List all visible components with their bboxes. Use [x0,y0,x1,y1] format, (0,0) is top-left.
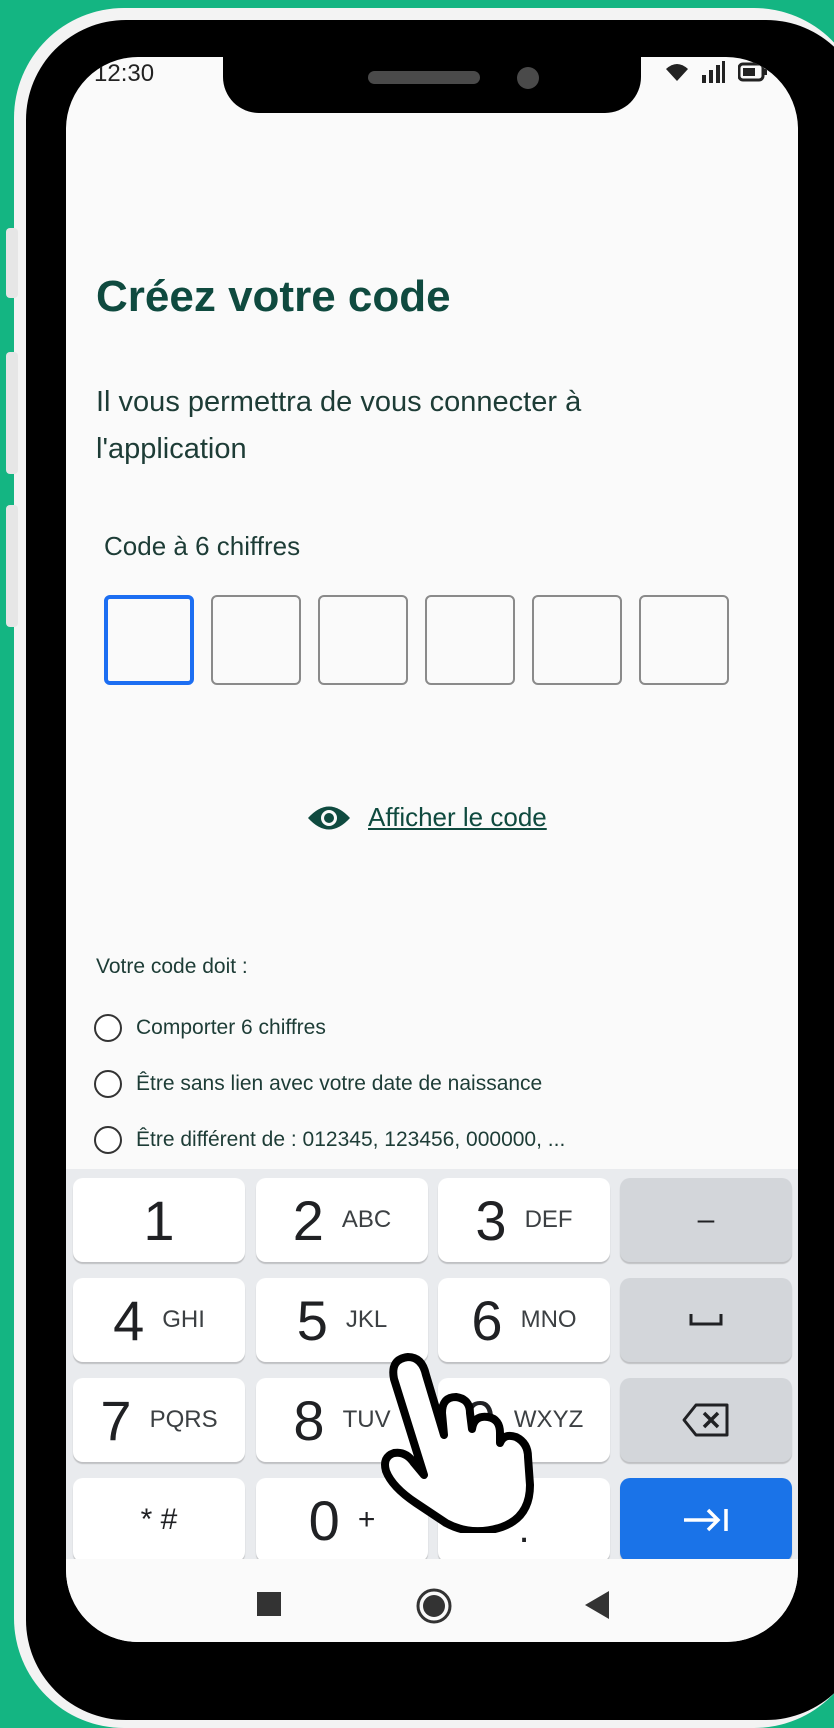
home-icon[interactable] [415,1587,453,1625]
key-letters: + [357,1503,376,1536]
key-letters: DEF [524,1206,573,1233]
key-letters: PQRS [149,1406,218,1433]
tab-next-icon [684,1508,728,1532]
camera [517,67,539,89]
key-digit: 4 [113,1288,145,1352]
key-digit: 2 [292,1188,324,1252]
key-6[interactable]: 6 MNO [438,1278,610,1362]
rule-item: Comporter 6 chiffres [94,1014,326,1042]
rules-title: Votre code doit : [96,955,248,978]
rule-text: Être sans lien avec votre date de naissa… [136,1072,543,1095]
key-7[interactable]: 7 PQRS [73,1378,245,1462]
code-label: Code à 6 chiffres [104,531,301,561]
show-code-label[interactable]: Afficher le code [368,802,547,833]
key-star-hash[interactable]: * # [73,1478,245,1562]
code-digit-1[interactable] [104,595,194,685]
key-digit: 7 [100,1388,132,1452]
key-5[interactable]: 5 JKL [256,1278,428,1362]
key-minus[interactable]: – [620,1178,792,1262]
key-digit: 0 [308,1488,340,1552]
android-nav-bar [66,1559,798,1642]
wifi-icon [666,64,688,81]
notch [223,57,641,113]
key-letters: GHI [162,1306,205,1333]
status-icons [664,61,768,83]
signal-icon [702,61,725,83]
code-digit-3[interactable] [318,595,408,685]
key-3[interactable]: 3 DEF [438,1178,610,1262]
key-symbol: – [697,1203,715,1236]
key-digit: 5 [296,1288,328,1352]
key-letters: JKL [345,1306,388,1333]
key-4[interactable]: 4 GHI [73,1278,245,1362]
side-button [6,352,18,474]
key-letters: MNO [520,1306,577,1333]
battery-icon [738,62,767,82]
rule-text: Être différent de : 012345, 123456, 0000… [136,1128,566,1151]
eye-icon [308,806,350,829]
rule-text: Comporter 6 chiffres [136,1016,326,1039]
rule-radio [94,1070,122,1098]
code-digit-2[interactable] [211,595,301,685]
key-digit: 6 [471,1288,503,1352]
speaker [368,71,480,84]
key-space[interactable] [620,1278,792,1362]
back-icon[interactable] [583,1590,611,1620]
recents-icon[interactable] [256,1591,282,1617]
status-time: 12:30 [94,60,155,87]
code-input-group [104,595,729,685]
rule-radio [94,1126,122,1154]
key-letters: ABC [341,1206,392,1233]
key-symbol: * # [140,1503,178,1536]
key-digit: 1 [143,1188,175,1252]
side-button [6,228,18,298]
key-digit: 3 [475,1188,507,1252]
space-icon [689,1314,723,1326]
code-digit-6[interactable] [639,595,729,685]
side-button [6,505,18,627]
key-digit: 8 [293,1388,325,1452]
code-digit-4[interactable] [425,595,515,685]
key-1[interactable]: 1 [73,1178,245,1262]
rule-item: Être sans lien avec votre date de naissa… [94,1070,542,1098]
pointing-hand-icon [381,1353,534,1533]
show-code-link[interactable]: Afficher le code [306,802,547,833]
key-next[interactable] [620,1478,792,1562]
key-2[interactable]: 2 ABC [256,1178,428,1262]
rule-radio [94,1014,122,1042]
key-backspace[interactable] [620,1378,792,1462]
page-subtitle: Il vous permettra de vous connecter à l'… [96,386,582,465]
code-digit-5[interactable] [532,595,622,685]
rule-item: Être différent de : 012345, 123456, 0000… [94,1126,565,1154]
page-title: Créez votre code [96,272,451,321]
backspace-icon [682,1403,729,1437]
